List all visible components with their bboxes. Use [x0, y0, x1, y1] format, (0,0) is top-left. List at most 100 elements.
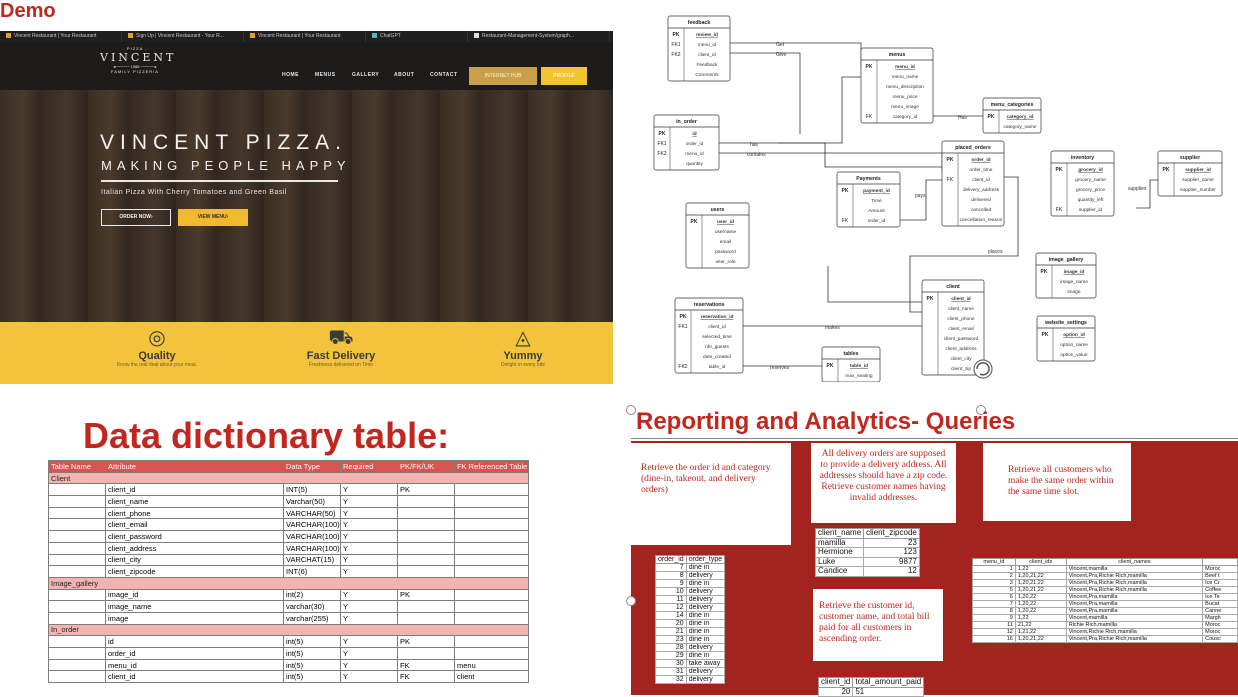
table-cell: Vincent,mamilla — [1065, 614, 1204, 622]
table-cell: 8 — [655, 571, 687, 580]
table-section-row: Image_gallery — [48, 576, 529, 590]
table-cell — [48, 506, 106, 520]
table-cell: 31 — [655, 667, 687, 676]
table-cell: image_id — [105, 588, 284, 602]
table-cell: int(2) — [283, 588, 341, 602]
tab-favicon-icon — [372, 33, 377, 39]
table-row: client_zipcode INT(6) Y — [48, 565, 529, 578]
table-cell: FK — [397, 670, 455, 684]
table-cell: menu_id — [105, 658, 284, 672]
entity-attribute: category_id — [1007, 114, 1034, 120]
entity-menus: menus PK menu_id menu_name menu_descriptionm… — [860, 47, 934, 124]
table-cell — [48, 495, 106, 508]
table-row: 28 delivery — [655, 643, 726, 652]
nav-home[interactable]: HOME — [282, 72, 299, 78]
table-cell: int(5) — [283, 647, 341, 660]
rotate-handle-icon[interactable] — [973, 359, 993, 379]
entity-title: feedback — [688, 20, 711, 26]
tab-favicon-icon — [250, 33, 255, 39]
browser-tab-strip: Vincent Restaurant | Your Restaurant Sig… — [0, 31, 613, 42]
entity-attribute: client_id — [698, 52, 716, 58]
table-row: 8 1,20,22 Vincent,Pra,mamilla Canne — [972, 607, 1238, 615]
table-header-row: order_id order_type — [655, 555, 726, 564]
table-section-cell: In_order — [48, 623, 529, 637]
entity-attribute: selected_time — [702, 334, 732, 340]
entity-title: menu_categories — [991, 102, 1034, 108]
table-section-cell: Image_gallery — [48, 576, 529, 590]
entity-placed-orders: placed_ordersPK order_id order_time FK clien… — [941, 140, 1005, 227]
entity-title: supplier — [1180, 155, 1200, 161]
entity-attribute: Amount — [868, 208, 885, 214]
entity-title: website_settings — [1044, 320, 1087, 326]
table-row: Luke 9877 — [814, 556, 920, 567]
entity-attribute: order_id — [868, 218, 886, 224]
table-cell: Y — [340, 670, 398, 684]
table-cell: varchar(255) — [283, 611, 341, 625]
table-cell: Margh — [1202, 614, 1238, 622]
entity-key: FK2 — [657, 151, 666, 157]
table-row: 21 dine in — [655, 627, 726, 636]
browser-tab[interactable]: Restaurant-Management-System/graph... — [470, 31, 610, 42]
entity-attribute: Time — [871, 198, 882, 204]
table-cell: VARCHAR(100) — [283, 518, 341, 532]
table-cell — [48, 588, 106, 602]
entity-attribute: supplier_id — [1185, 167, 1211, 173]
table-row: id int(5) Y PK — [48, 635, 529, 648]
table-cell: Y — [340, 611, 398, 625]
table-row: client_phone VARCHAR(50) Y — [48, 506, 529, 520]
browser-tab[interactable]: ChatGPT — [368, 31, 468, 42]
browser-tab[interactable]: Vincent Restaurant | Your Restaurant — [246, 31, 366, 42]
table-cell: 32 — [655, 675, 687, 684]
entity-attribute: client_zip — [951, 366, 971, 372]
entity-title: menus — [889, 52, 906, 58]
table-cell: Y — [340, 553, 398, 567]
table-cell: 7 — [972, 600, 1016, 608]
entity-key: PK — [691, 219, 698, 225]
nav-menus[interactable]: MENUS — [315, 72, 336, 78]
entity-image-gallery: image_galleryPK image_id image_nameimage — [1035, 252, 1097, 299]
entity-attribute: image_name — [1060, 279, 1088, 285]
resize-handle[interactable] — [626, 405, 636, 415]
table-cell: varchar(30) — [283, 600, 341, 613]
query-box-order-type: Retrieve the order id and category (dine… — [631, 443, 791, 545]
browser-tab[interactable]: Vincent Restaurant | Your Restaurant — [2, 31, 122, 42]
nav-contact[interactable]: CONTACT — [430, 72, 458, 78]
table-cell: 1,20,21,22 — [1014, 572, 1067, 580]
browser-tab[interactable]: Sign Up | Vincent Restaurant - Your R... — [124, 31, 244, 42]
entity-key: FK2 — [671, 52, 680, 58]
table-header-row: menu_id client_ids client_names — [972, 558, 1238, 566]
table-section-row: In_order — [48, 623, 529, 637]
entity-attribute: image — [1067, 289, 1080, 295]
entity-attribute: delivery_address — [963, 187, 1000, 193]
table-header-cell: client_names — [1065, 558, 1204, 566]
rel-label-supplies: supplies — [1128, 186, 1147, 192]
table-cell: 1,20,22 — [1014, 593, 1067, 601]
tab-favicon-icon — [6, 33, 11, 39]
entity-attribute: client_city — [950, 356, 972, 362]
view-menu-button[interactable]: VIEW MENU› — [178, 209, 248, 226]
table-cell — [48, 518, 106, 532]
resize-handle[interactable] — [626, 596, 636, 606]
table-cell: Y — [340, 647, 398, 660]
table-cell: Y — [340, 506, 398, 520]
nav-about[interactable]: ABOUT — [394, 72, 414, 78]
nav-profile-button[interactable]: PROFILE — [541, 67, 587, 85]
table-cell: Vincent,Richie Rich,mamilla — [1065, 628, 1204, 636]
orders-result-table: order_id order_type 7 dine in 8 delivery 9 dine… — [655, 555, 726, 684]
table-cell: 123 — [863, 547, 920, 558]
feature-title: Yummy — [503, 350, 543, 362]
rel-label-makes: makes — [825, 325, 840, 331]
nav-internet-hub-button[interactable]: INTERNET HUB — [469, 67, 537, 85]
entity-attribute: client_id — [708, 324, 726, 330]
table-cell: mamilla — [814, 537, 865, 548]
nav-gallery[interactable]: GALLERY — [352, 72, 379, 78]
rel-label-gives: Give — [776, 52, 787, 58]
table-cell: 12 — [863, 566, 920, 577]
site-logo[interactable]: - PIZZA - VINCENT ◂───── 1988 ─────▸ FAM… — [100, 46, 173, 86]
entity-attribute: client_phone — [947, 316, 975, 322]
table-cell — [454, 483, 529, 497]
order-now-button[interactable]: ORDER NOW› — [101, 209, 171, 226]
rel-label-contains: contains — [747, 152, 766, 158]
entity-key: PK — [827, 363, 834, 369]
table-cell: 12 — [972, 628, 1016, 636]
